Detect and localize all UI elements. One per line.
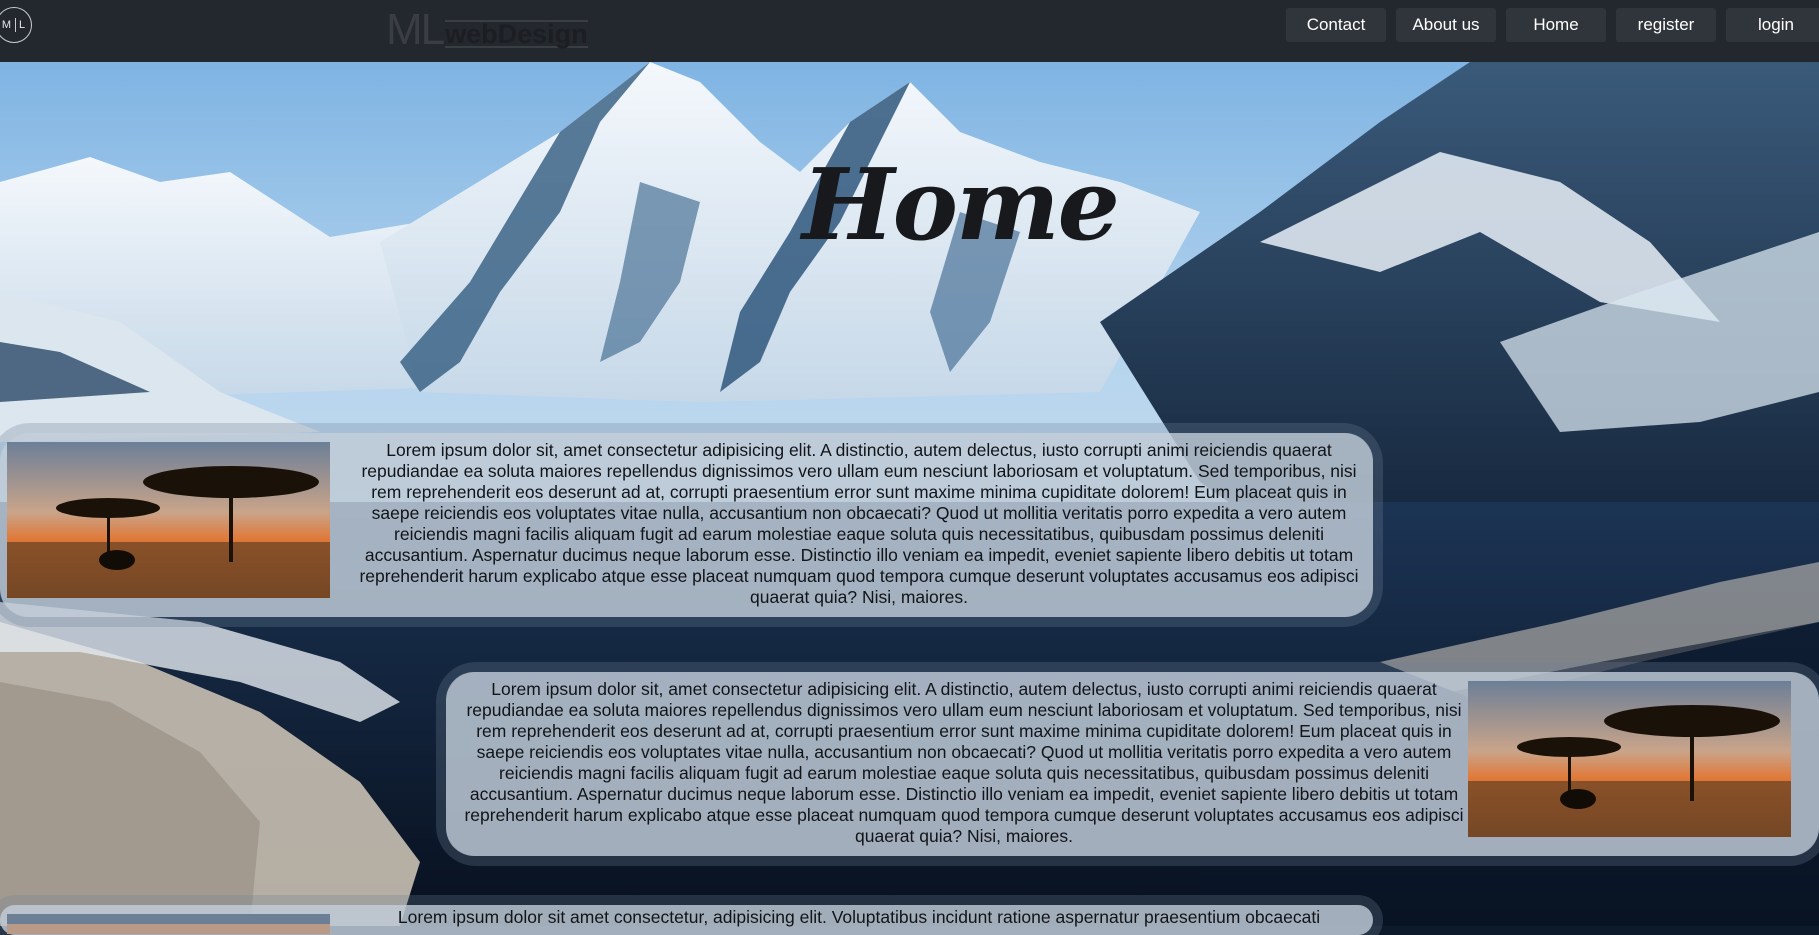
savanna-image-graphic bbox=[1468, 681, 1791, 837]
nav-home-button[interactable]: Home bbox=[1506, 8, 1606, 42]
savanna-image-graphic bbox=[7, 442, 330, 598]
top-navbar: M L ML webDesign Contact About us Home r… bbox=[0, 0, 1819, 62]
nav-register-button[interactable]: register bbox=[1616, 8, 1716, 42]
card-2-text: Lorem ipsum dolor sit, amet consectetur … bbox=[464, 679, 1464, 846]
brand-name: webDesign bbox=[445, 19, 588, 49]
nav-about-us-button[interactable]: About us bbox=[1396, 8, 1496, 42]
page-title: Home bbox=[801, 148, 1120, 263]
logo-letter-m: M bbox=[1, 19, 13, 31]
logo-letter-l: L bbox=[19, 19, 27, 31]
card-3-text: Lorem ipsum dolor sit amet consectetur, … bbox=[397, 907, 1321, 927]
card-1-text: Lorem ipsum dolor sit, amet consectetur … bbox=[359, 440, 1359, 607]
brand-logo[interactable]: ML webDesign bbox=[386, 5, 588, 54]
brand-ml-mark: ML bbox=[386, 5, 445, 54]
content-card-2: Lorem ipsum dolor sit, amet consectetur … bbox=[446, 672, 1819, 856]
nav-contact-button[interactable]: Contact bbox=[1286, 8, 1386, 42]
logo-divider bbox=[15, 18, 17, 32]
ml-logo-badge[interactable]: M L bbox=[0, 7, 32, 43]
savanna-image-2 bbox=[1468, 681, 1791, 837]
nav-login-button[interactable]: login bbox=[1726, 8, 1819, 42]
savanna-image-3 bbox=[7, 914, 330, 934]
content-card-3: Lorem ipsum dolor sit amet consectetur, … bbox=[0, 905, 1373, 935]
savanna-image-1 bbox=[7, 442, 330, 598]
savanna-image-graphic bbox=[7, 914, 330, 934]
content-card-1: Lorem ipsum dolor sit, amet consectetur … bbox=[0, 433, 1373, 617]
